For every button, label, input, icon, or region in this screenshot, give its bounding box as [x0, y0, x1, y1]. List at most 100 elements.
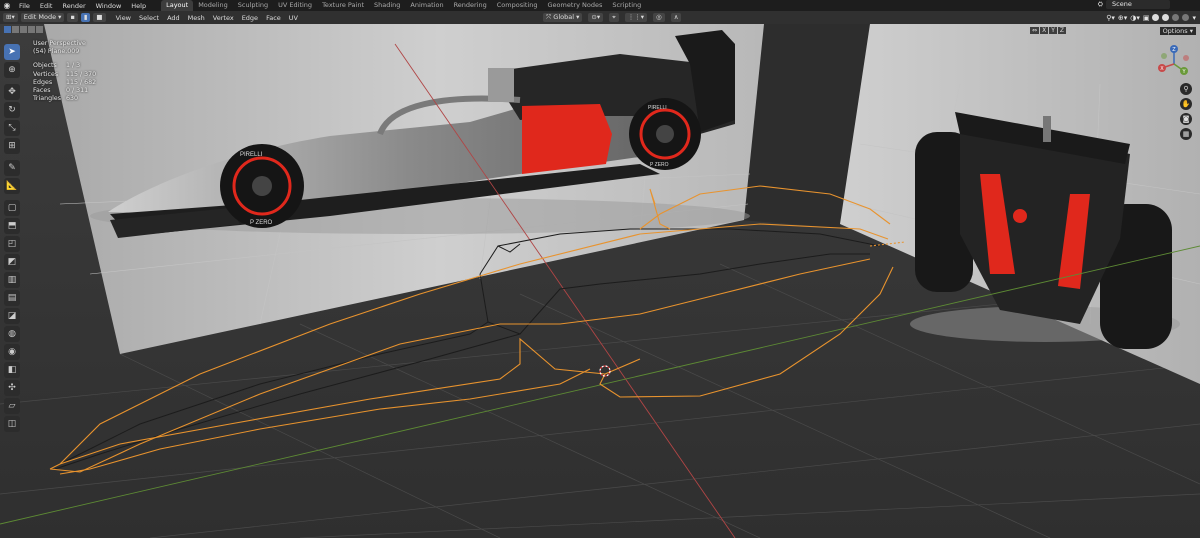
navigation-gizmo[interactable]: Z X Y: [1154, 44, 1194, 84]
menu-view[interactable]: View: [112, 14, 135, 22]
menu-edge[interactable]: Edge: [238, 14, 262, 22]
menu-help[interactable]: Help: [126, 2, 151, 10]
move-tool-icon[interactable]: ✥: [4, 84, 20, 100]
active-object-name: (54) Plane.009: [33, 48, 80, 56]
shear-tool-icon[interactable]: ▱: [4, 398, 20, 414]
tab-modeling[interactable]: Modeling: [193, 0, 233, 11]
stat-value: 115 / 370: [66, 70, 97, 78]
scene-selector[interactable]: ⛭ Scene: [1098, 0, 1170, 9]
gizmo-toggle-icon[interactable]: ⊕▾: [1118, 14, 1127, 22]
overlay-toggle-icon[interactable]: ◑▾: [1130, 14, 1140, 22]
tab-rendering[interactable]: Rendering: [449, 0, 492, 11]
tab-scripting[interactable]: Scripting: [607, 0, 646, 11]
add-cube-tool-icon[interactable]: ▢: [4, 200, 20, 216]
edge-select-button[interactable]: ▮: [80, 13, 91, 22]
menu-window[interactable]: Window: [91, 2, 127, 10]
shading-rendered-icon[interactable]: [1182, 14, 1190, 21]
extrude-tool-icon[interactable]: ⬒: [4, 218, 20, 234]
gizmo-x-label: X: [1160, 66, 1164, 72]
menu-face[interactable]: Face: [262, 14, 285, 22]
shrink-fatten-tool-icon[interactable]: ✣: [4, 380, 20, 396]
mirror-y-toggle[interactable]: Y: [1049, 27, 1057, 34]
cursor-tool-icon[interactable]: ⊕: [4, 62, 20, 78]
scene-name[interactable]: Scene: [1106, 0, 1170, 9]
rotate-tool-icon[interactable]: ↻: [4, 102, 20, 118]
menu-mesh[interactable]: Mesh: [184, 14, 209, 22]
poly-build-tool-icon[interactable]: ◪: [4, 308, 20, 324]
tab-geometry-nodes[interactable]: Geometry Nodes: [543, 0, 608, 11]
tab-compositing[interactable]: Compositing: [492, 0, 543, 11]
menu-vertex[interactable]: Vertex: [209, 14, 238, 22]
select-box-tool-icon[interactable]: ➤: [4, 44, 20, 60]
tab-shading[interactable]: Shading: [369, 0, 405, 11]
snap-icon[interactable]: ⌖: [609, 13, 619, 22]
shading-wireframe-icon[interactable]: [1152, 14, 1160, 21]
options-label: Options: [1162, 27, 1188, 35]
select-extend-icon[interactable]: [12, 26, 19, 33]
grid-view-icon[interactable]: ▦: [1180, 128, 1192, 140]
shading-material-icon[interactable]: [1172, 14, 1180, 21]
front-tyre-decal-2: P ZERO: [250, 220, 273, 226]
measure-tool-icon[interactable]: 📐: [4, 178, 20, 194]
viewport-nav-buttons: ⚲ ✋ ◙ ▦: [1180, 83, 1192, 140]
select-new-icon[interactable]: [4, 26, 11, 33]
menu-file[interactable]: File: [14, 2, 35, 10]
mode-label: Edit Mode: [23, 13, 57, 21]
stat-label: Edges: [33, 78, 53, 86]
inset-tool-icon[interactable]: ◰: [4, 236, 20, 252]
blender-logo-icon[interactable]: ◉: [0, 1, 14, 10]
mode-dropdown[interactable]: Edit Mode ▾: [20, 13, 65, 22]
camera-icon[interactable]: ◙: [1180, 113, 1192, 125]
zoom-icon[interactable]: ⚲: [1180, 83, 1192, 95]
menu-edit[interactable]: Edit: [35, 2, 58, 10]
menu-select[interactable]: Select: [135, 14, 163, 22]
3d-viewport[interactable]: PIRELLI P ZERO PIRELLI P ZERO User Persp…: [0, 24, 1200, 538]
shading-solid-icon[interactable]: [1162, 14, 1170, 21]
loop-cut-tool-icon[interactable]: ▥: [4, 272, 20, 288]
mirror-z-toggle[interactable]: Z: [1057, 27, 1066, 34]
snap-target-icon[interactable]: ⋮⋮▾: [624, 13, 648, 22]
pan-hand-icon[interactable]: ✋: [1180, 98, 1192, 110]
stat-label: Triangles: [33, 95, 62, 103]
annotate-tool-icon[interactable]: ✎: [4, 160, 20, 176]
xray-toggle-icon[interactable]: ▣: [1143, 14, 1150, 22]
viewport-header: ⊞▾ Edit Mode ▾ ▪ ▮ ■ View Select Add Mes…: [0, 11, 1200, 24]
proportional-edit-icon[interactable]: ◎: [653, 13, 665, 22]
front-tyre-decal: PIRELLI: [240, 152, 263, 158]
menu-render[interactable]: Render: [57, 2, 90, 10]
rip-tool-icon[interactable]: ◫: [4, 416, 20, 432]
select-subtract-icon[interactable]: [20, 26, 27, 33]
mirror-x-toggle[interactable]: X: [1040, 27, 1049, 34]
menu-uv[interactable]: UV: [285, 14, 302, 22]
tab-layout[interactable]: Layout: [161, 0, 194, 11]
select-intersect-icon[interactable]: [36, 26, 43, 33]
shading-options-icon[interactable]: ▾: [1192, 14, 1196, 22]
tab-animation[interactable]: Animation: [405, 0, 448, 11]
menu-add[interactable]: Add: [163, 14, 184, 22]
rear-tyre-decal: PIRELLI: [648, 105, 667, 111]
tab-sculpting[interactable]: Sculpting: [233, 0, 273, 11]
stat-value: 115 / 682: [66, 78, 97, 86]
tab-uv-editing[interactable]: UV Editing: [273, 0, 317, 11]
smooth-tool-icon[interactable]: ◉: [4, 344, 20, 360]
transform-orientation-label: Global: [553, 13, 575, 21]
pivot-icon[interactable]: ⊙▾: [588, 13, 604, 22]
transform-tool-icon[interactable]: ⊞: [4, 138, 20, 154]
edge-slide-tool-icon[interactable]: ◧: [4, 362, 20, 378]
bevel-tool-icon[interactable]: ◩: [4, 254, 20, 270]
select-invert-icon[interactable]: [28, 26, 35, 33]
tab-texture-paint[interactable]: Texture Paint: [317, 0, 369, 11]
falloff-icon[interactable]: ∧: [670, 13, 682, 22]
transform-orientation-dropdown[interactable]: ⤧ Global ▾: [543, 13, 583, 22]
knife-tool-icon[interactable]: ▤: [4, 290, 20, 306]
vertex-select-button[interactable]: ▪: [67, 13, 78, 22]
visibility-icon[interactable]: ⚲▾: [1106, 14, 1115, 22]
editor-type-button[interactable]: ⊞▾: [3, 13, 18, 22]
options-dropdown[interactable]: Options ▾: [1159, 27, 1196, 35]
spin-tool-icon[interactable]: ◍: [4, 326, 20, 342]
scale-tool-icon[interactable]: ⤡: [4, 120, 20, 136]
stat-label: Faces: [33, 87, 51, 95]
face-select-button[interactable]: ■: [93, 13, 106, 22]
top-bar: ◉ File Edit Render Window Help Layout Mo…: [0, 0, 1200, 11]
select-box-modes: [4, 26, 43, 33]
